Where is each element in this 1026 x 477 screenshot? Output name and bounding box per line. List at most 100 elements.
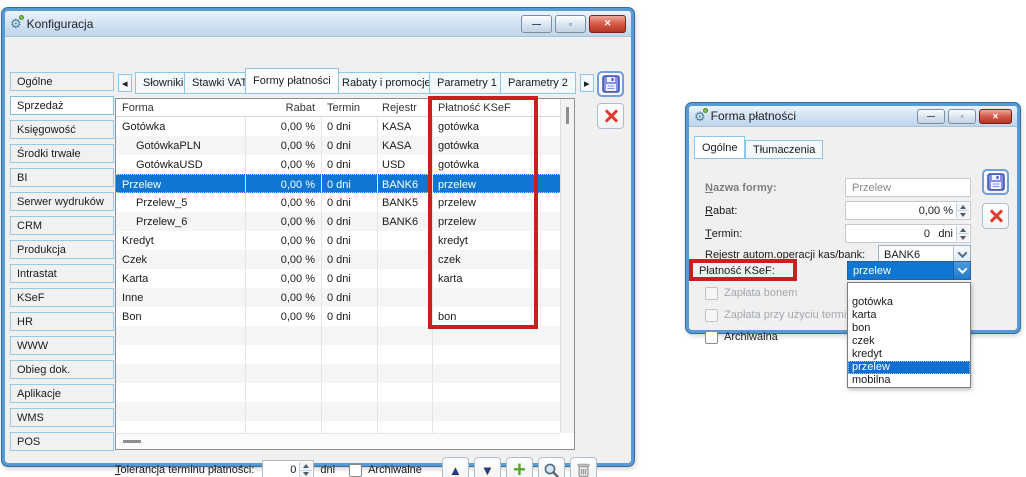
tab-slowniki[interactable]: Słowniki	[135, 72, 191, 94]
sidebar-item-sprzedaz[interactable]: Sprzedaż	[10, 96, 114, 115]
minimize-button[interactable]: —	[521, 15, 552, 33]
col-header-platnosc-ksef[interactable]: Płatność KSeF	[438, 99, 511, 117]
tab-parametry-1[interactable]: Parametry 1	[429, 72, 505, 94]
table-row-przelew-6[interactable]: Przelew_6 0,00 % 0 dni BANK6 przelew	[116, 212, 560, 231]
sidebar-item-hr[interactable]: HR	[10, 312, 114, 331]
chevron-down-icon[interactable]	[953, 262, 970, 279]
archiwalne-checkbox[interactable]	[349, 464, 362, 477]
table-row-przelew-selected[interactable]: Przelew 0,00 % 0 dni BANK6 przelew	[116, 174, 560, 193]
sidebar-item-pos[interactable]: POS	[10, 432, 114, 451]
cancel-button[interactable]	[597, 103, 624, 129]
add-button[interactable]: +	[506, 457, 533, 477]
col-header-rabat[interactable]: Rabat	[245, 99, 315, 117]
floppy-icon	[987, 173, 1005, 191]
name-input[interactable]: Przelew	[845, 178, 971, 197]
termin-value: 0	[924, 228, 930, 240]
konfiguracja-title-bar[interactable]: ⚙ Konfiguracja — ▫ ✕	[5, 11, 631, 37]
table-row-czek[interactable]: Czek 0,00 % 0 dni czek	[116, 250, 560, 269]
dropdown-option-przelew-selected[interactable]: przelew	[848, 361, 970, 374]
tolerance-input[interactable]: 0	[262, 460, 314, 477]
dropdown-option-empty[interactable]	[848, 283, 970, 296]
sidebar-item-ksiegowosc[interactable]: Księgowość	[10, 120, 114, 139]
col-header-rejestr[interactable]: Rejestr	[382, 99, 417, 117]
termin-input[interactable]: 0 dni	[845, 224, 971, 243]
cell-forma: Czek	[122, 250, 242, 269]
minimize-button[interactable]: —	[917, 109, 945, 124]
sidebar-item-intrastat[interactable]: Intrastat	[10, 264, 114, 283]
table-row-gotowka[interactable]: Gotówka 0,00 % 0 dni KASA gotówka	[116, 117, 560, 136]
name-label: Nazwa formy:	[705, 178, 777, 197]
sidebar-item-serwer-wydrukow[interactable]: Serwer wydruków	[10, 192, 114, 211]
table-row-kredyt[interactable]: Kredyt 0,00 % 0 dni kredyt	[116, 231, 560, 250]
sidebar-item-produkcja[interactable]: Produkcja	[10, 240, 114, 259]
cancel-button[interactable]	[982, 203, 1009, 229]
forma-platnosci-title-bar[interactable]: ⚙ Forma płatności — ▫ ✕	[689, 106, 1017, 127]
tab-parametry-2[interactable]: Parametry 2	[500, 72, 576, 94]
cell-rabat: 0,00 %	[245, 269, 315, 288]
vertical-scrollbar[interactable]	[560, 99, 574, 433]
maximize-button[interactable]: ▫	[555, 15, 586, 33]
sidebar-item-srodki-trwale[interactable]: Środki trwałe	[10, 144, 114, 163]
tab-tlumaczenia[interactable]: Tłumaczenia	[745, 140, 823, 159]
table-header[interactable]: Forma Rabat Termin Rejestr Płatność KSeF	[116, 99, 560, 117]
sidebar-item-obieg-dok[interactable]: Obieg dok.	[10, 360, 114, 379]
cell-forma: Gotówka	[122, 117, 242, 136]
dropdown-option-mobilna[interactable]: mobilna	[848, 374, 970, 387]
delete-button-disabled[interactable]	[570, 457, 597, 477]
ksef-value: przelew	[853, 265, 891, 277]
archiwalna-checkbox[interactable]	[705, 331, 718, 344]
arrow-down-icon: ▼	[481, 464, 494, 477]
maximize-button[interactable]: ▫	[948, 109, 976, 124]
save-button[interactable]	[597, 71, 624, 97]
collapse-all-button[interactable]: ▲	[442, 457, 469, 477]
col-header-forma[interactable]: Forma	[122, 99, 154, 117]
rabat-spinner[interactable]	[956, 203, 969, 218]
dropdown-option-czek[interactable]: czek	[848, 335, 970, 348]
tab-rabaty-i-promocje[interactable]: Rabaty i promocje	[334, 72, 439, 94]
sidebar-item-aplikacje[interactable]: Aplikacje	[10, 384, 114, 403]
vertical-scrollbar-thumb[interactable]	[566, 107, 569, 124]
dropdown-option-karta[interactable]: karta	[848, 309, 970, 322]
horizontal-scrollbar-thumb[interactable]	[123, 440, 141, 443]
dropdown-option-bon[interactable]: bon	[848, 322, 970, 335]
tab-ogolne[interactable]: Ogólne	[694, 136, 745, 159]
table-row-gotowka-pln[interactable]: GotówkaPLN 0,00 % 0 dni KASA gotówka	[116, 136, 560, 155]
rabat-input[interactable]: 0,00 %	[845, 201, 971, 220]
tab-scroll-left-button[interactable]: ◂	[118, 74, 132, 92]
close-button[interactable]: ✕	[589, 15, 626, 33]
zaplata-bonem-checkbox[interactable]	[705, 287, 718, 300]
tolerance-spinner[interactable]	[299, 462, 312, 477]
close-button[interactable]: ✕	[979, 109, 1012, 124]
tab-scroll-right-button[interactable]: ▸	[580, 74, 594, 92]
horizontal-scrollbar[interactable]	[116, 433, 560, 449]
zaplata-terminal-checkbox[interactable]	[705, 309, 718, 322]
table-row-przelew-5[interactable]: Przelew_5 0,00 % 0 dni BANK5 przelew	[116, 193, 560, 212]
cell-termin: 0 dni	[327, 288, 375, 307]
sidebar-item-ogolne[interactable]: Ogólne	[10, 72, 114, 91]
table-row-bon[interactable]: Bon 0,00 % 0 dni bon	[116, 307, 560, 326]
table-row-karta[interactable]: Karta 0,00 % 0 dni karta	[116, 269, 560, 288]
sidebar-item-crm[interactable]: CRM	[10, 216, 114, 235]
app-gear-icon: ⚙	[10, 17, 22, 30]
sidebar-item-bi[interactable]: BI	[10, 168, 114, 187]
expand-all-button[interactable]: ▼	[474, 457, 501, 477]
table-row-gotowka-usd[interactable]: GotówkaUSD 0,00 % 0 dni USD gotówka	[116, 155, 560, 174]
cell-ksef: gotówka	[438, 136, 556, 155]
dropdown-option-kredyt[interactable]: kredyt	[848, 348, 970, 361]
cell-rabat: 0,00 %	[245, 212, 315, 231]
sidebar-item-www[interactable]: WWW	[10, 336, 114, 355]
table-row-inne[interactable]: Inne 0,00 % 0 dni	[116, 288, 560, 307]
dropdown-option-gotowka[interactable]: gotówka	[848, 296, 970, 309]
sidebar-item-ksef[interactable]: KSeF	[10, 288, 114, 307]
sidebar-item-wms[interactable]: WMS	[10, 408, 114, 427]
ksef-combobox[interactable]: przelew	[847, 261, 971, 280]
col-header-termin[interactable]: Termin	[327, 99, 360, 117]
cell-rejestr: BANK6	[382, 175, 430, 194]
edit-button[interactable]	[538, 457, 565, 477]
cell-termin: 0 dni	[327, 193, 375, 212]
termin-spinner[interactable]	[956, 226, 969, 241]
cell-ksef: czek	[438, 250, 556, 269]
save-button[interactable]	[982, 169, 1009, 195]
red-x-icon	[988, 208, 1004, 224]
tab-formy-platnosci[interactable]: Formy płatności	[245, 68, 339, 94]
